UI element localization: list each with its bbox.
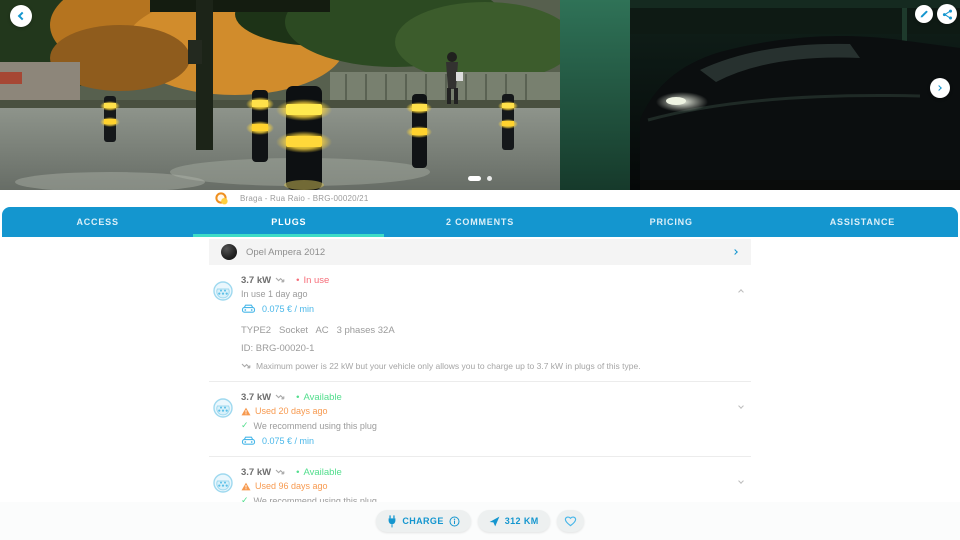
zigzag-arrow-icon — [275, 276, 286, 285]
plug-status: Available — [303, 467, 341, 478]
plug-item-1[interactable]: 3.7 kW • In use In use 1 day ago — [209, 265, 751, 382]
carousel-next-button[interactable] — [930, 78, 950, 98]
chevron-down-icon[interactable] — [738, 478, 744, 484]
warning-icon — [241, 482, 251, 491]
carousel-indicators — [0, 176, 960, 181]
plug-status-note: In use 1 day ago — [241, 289, 721, 299]
tab-bar: ACCESS PLUGS 2 COMMENTS PRICING ASSISTAN… — [2, 207, 958, 237]
carousel-dot-active[interactable] — [468, 176, 481, 181]
plug-power: 3.7 kW — [241, 275, 271, 286]
charge-button-label: CHARGE — [402, 516, 443, 526]
status-dot: • — [296, 468, 299, 477]
plug-icon — [387, 515, 397, 528]
type2-socket-icon — [213, 281, 233, 301]
plugs-panel: Opel Ampera 2012 3.7 kW — [0, 237, 960, 502]
status-dot: • — [296, 276, 299, 285]
warning-icon — [241, 407, 251, 416]
carousel-dot[interactable] — [487, 176, 492, 181]
plug-used-note: Used 96 days ago — [255, 481, 328, 491]
back-button[interactable] — [10, 5, 32, 27]
tab-plugs[interactable]: PLUGS — [193, 207, 384, 237]
vehicle-name: Opel Ampera 2012 — [246, 247, 733, 258]
chevron-right-icon — [732, 249, 738, 255]
share-button[interactable] — [937, 4, 957, 24]
station-marker-icon — [215, 192, 228, 205]
action-bar: CHARGE 312 KM — [0, 502, 960, 540]
edit-button[interactable] — [915, 5, 933, 23]
vehicle-avatar — [221, 244, 237, 260]
heart-icon — [564, 515, 577, 527]
zigzag-arrow-icon — [275, 468, 286, 477]
favorite-button[interactable] — [557, 510, 584, 532]
zigzag-arrow-icon — [275, 393, 286, 402]
charging-station-page: Braga - Rua Raio - BRG-00020/21 ACCESS P… — [0, 0, 960, 540]
station-photo — [0, 0, 960, 190]
type2-socket-icon — [213, 473, 233, 493]
navigation-arrow-icon — [489, 516, 500, 527]
plug-status: In use — [303, 275, 329, 286]
check-icon: ✓ — [241, 420, 249, 431]
plug-item-2[interactable]: 3.7 kW • Available Used 20 days ago — [209, 382, 751, 457]
tab-pricing[interactable]: PRICING — [576, 207, 767, 237]
status-dot: • — [296, 393, 299, 402]
plug-recommendation: We recommend using this plug — [254, 421, 377, 431]
station-photo-carousel[interactable] — [0, 0, 960, 190]
zigzag-arrow-icon — [241, 362, 252, 371]
vehicle-selector[interactable]: Opel Ampera 2012 — [209, 239, 751, 265]
plug-id: ID: BRG-00020-1 — [241, 343, 721, 354]
location-row: Braga - Rua Raio - BRG-00020/21 — [0, 190, 960, 207]
chevron-left-icon — [18, 12, 26, 20]
info-icon[interactable] — [449, 516, 460, 527]
share-icon — [942, 9, 953, 20]
plug-price: 0.075 € / min — [262, 436, 314, 446]
tab-comments[interactable]: 2 COMMENTS — [384, 207, 575, 237]
car-icon — [241, 436, 256, 446]
tab-assistance-label: ASSISTANCE — [830, 217, 895, 227]
plug-status: Available — [303, 392, 341, 403]
location-label: Braga - Rua Raio - BRG-00020/21 — [240, 194, 369, 203]
charge-button[interactable]: CHARGE — [376, 510, 470, 532]
plug-max-power-note: Maximum power is 22 kW but your vehicle … — [256, 361, 641, 371]
chevron-down-icon[interactable] — [738, 403, 744, 409]
plug-specs: TYPE2 Socket AC 3 phases 32A — [241, 325, 721, 336]
tab-pricing-label: PRICING — [650, 217, 693, 227]
chevron-up-icon[interactable] — [738, 289, 744, 295]
plug-price: 0.075 € / min — [262, 304, 314, 314]
chevron-right-icon — [936, 85, 942, 91]
tab-assistance[interactable]: ASSISTANCE — [767, 207, 958, 237]
check-icon: ✓ — [241, 495, 249, 502]
plug-power: 3.7 kW — [241, 392, 271, 403]
plug-item-3[interactable]: 3.7 kW • Available Used 96 days ago — [209, 457, 751, 502]
plug-power: 3.7 kW — [241, 467, 271, 478]
navigate-button[interactable]: 312 KM — [478, 510, 550, 532]
distance-label: 312 KM — [505, 516, 539, 526]
tab-access-label: ACCESS — [76, 217, 118, 227]
car-icon — [241, 304, 256, 314]
plug-used-note: Used 20 days ago — [255, 406, 328, 416]
type2-socket-icon — [213, 398, 233, 418]
tab-access[interactable]: ACCESS — [2, 207, 193, 237]
tab-plugs-label: PLUGS — [271, 217, 306, 227]
pencil-icon — [919, 9, 929, 19]
tab-comments-label: 2 COMMENTS — [446, 217, 514, 227]
